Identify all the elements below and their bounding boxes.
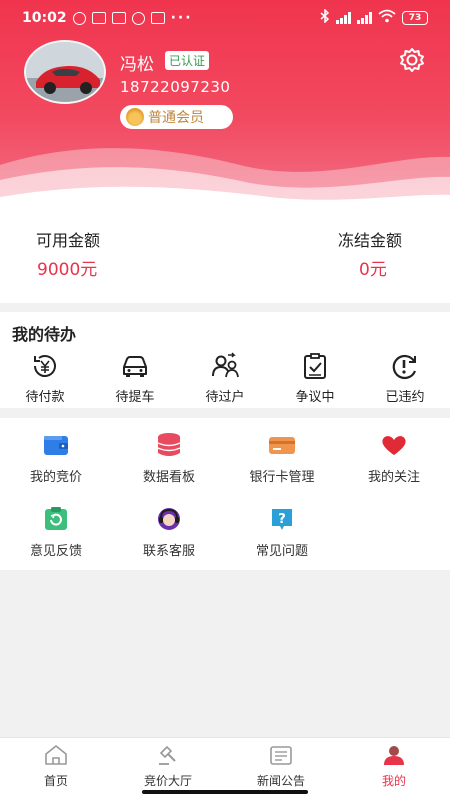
- tab-news[interactable]: 新闻公告: [225, 744, 337, 789]
- tab-label: 新闻公告: [256, 774, 305, 788]
- service-label: 常见问题: [255, 544, 308, 559]
- tab-label: 竞价大厅: [143, 774, 192, 788]
- exclamation-cycle-icon: [392, 354, 417, 380]
- service-my-bids[interactable]: 我的竞价: [0, 432, 112, 485]
- news-app-icon: [150, 12, 165, 24]
- wallet-icon: [44, 436, 68, 455]
- gavel-icon: [159, 745, 176, 765]
- todo-item-pending-transfer[interactable]: 待过户: [190, 352, 260, 405]
- car-icon: [123, 356, 147, 377]
- bluetooth-icon: [320, 8, 330, 27]
- service-label: 我的关注: [367, 470, 420, 485]
- user-phone: 18722097230: [120, 78, 231, 96]
- tab-bidding-hall[interactable]: 竞价大厅: [112, 744, 224, 789]
- user-name: 冯松: [120, 55, 154, 75]
- tab-home[interactable]: 首页: [0, 744, 112, 789]
- service-bank-card[interactable]: 银行卡管理: [226, 432, 338, 485]
- service-label: 联系客服: [142, 544, 195, 559]
- customer-service-icon: [158, 508, 180, 530]
- settings-gear-icon[interactable]: [398, 46, 426, 74]
- service-my-follows[interactable]: 我的关注: [338, 432, 450, 485]
- available-amount-value[interactable]: 9000元: [37, 255, 97, 280]
- more-notifications-icon: ···: [170, 10, 193, 26]
- todo-item-defaulted[interactable]: 已违约: [370, 352, 440, 405]
- news-icon: [270, 746, 292, 765]
- battery-icon: 73: [402, 11, 428, 25]
- todo-title: 我的待办: [12, 325, 77, 344]
- todo-item-label: 待提车: [115, 390, 155, 405]
- available-amount-label: 可用金额: [36, 231, 101, 250]
- chat-icon: [131, 11, 145, 25]
- service-label: 银行卡管理: [249, 470, 315, 485]
- home-indicator[interactable]: [142, 790, 308, 794]
- database-icon: [157, 433, 181, 456]
- status-bar: 10:02 ··· 73: [0, 0, 450, 36]
- feedback-icon: [45, 507, 67, 530]
- app-notification-icon: [111, 12, 126, 24]
- todo-item-pending-payment[interactable]: 待付款: [10, 352, 80, 405]
- todo-item-label: 争议中: [295, 390, 335, 405]
- todo-item-label: 待付款: [25, 390, 65, 405]
- yen-clock-icon: [34, 355, 56, 377]
- todo-item-label: 已违约: [385, 390, 425, 405]
- service-feedback[interactable]: 意见反馈: [0, 506, 112, 559]
- services-grid: 我的竞价 数据看板 银行卡管理 我的关注 意见反馈 联系客服 ? 常见问题: [0, 418, 450, 570]
- header-wave: [0, 148, 450, 215]
- signal-icon-1: [336, 12, 351, 24]
- my-todo-panel: 我的待办 待付款 待提车 待过户 争议中 已违约: [0, 312, 450, 408]
- user-icon: [384, 746, 404, 765]
- service-label: 我的竞价: [29, 470, 82, 485]
- todo-item-pending-pickup[interactable]: 待提车: [100, 352, 170, 405]
- frozen-amount-label: 冻结金额: [338, 231, 403, 250]
- avatar[interactable]: [24, 40, 106, 104]
- service-label: 数据看板: [142, 470, 195, 485]
- nfc-icon: [91, 12, 106, 24]
- member-level-label: 普通会员: [148, 110, 204, 126]
- tab-label: 我的: [381, 774, 406, 788]
- member-level-badge[interactable]: 普通会员: [120, 105, 233, 129]
- service-customer-service[interactable]: 联系客服: [113, 506, 225, 559]
- tab-mine[interactable]: 我的: [338, 744, 450, 789]
- todo-item-label: 待过户: [205, 390, 245, 405]
- service-label: 意见反馈: [29, 544, 82, 559]
- alarm-icon: [72, 11, 86, 25]
- frozen-amount-value[interactable]: 0元: [359, 255, 387, 280]
- clipboard-check-icon: [304, 353, 326, 379]
- signal-icon-2: [357, 12, 372, 24]
- status-time: 10:02: [22, 10, 67, 26]
- heart-icon: [382, 436, 406, 455]
- question-icon: ?: [272, 509, 292, 530]
- transfer-users-icon: [212, 352, 239, 378]
- wifi-icon: [378, 9, 396, 27]
- medal-icon: [126, 108, 144, 126]
- bank-card-icon: [269, 437, 295, 454]
- todo-item-in-dispute[interactable]: 争议中: [280, 352, 350, 405]
- service-faq[interactable]: ? 常见问题: [226, 506, 338, 559]
- balance-panel: 可用金额 9000元 冻结金额 0元: [0, 215, 450, 303]
- tab-label: 首页: [43, 774, 68, 788]
- service-data-board[interactable]: 数据看板: [113, 432, 225, 485]
- svg-text:?: ?: [278, 512, 286, 527]
- home-icon: [45, 745, 67, 765]
- verified-badge: 已认证: [165, 51, 210, 70]
